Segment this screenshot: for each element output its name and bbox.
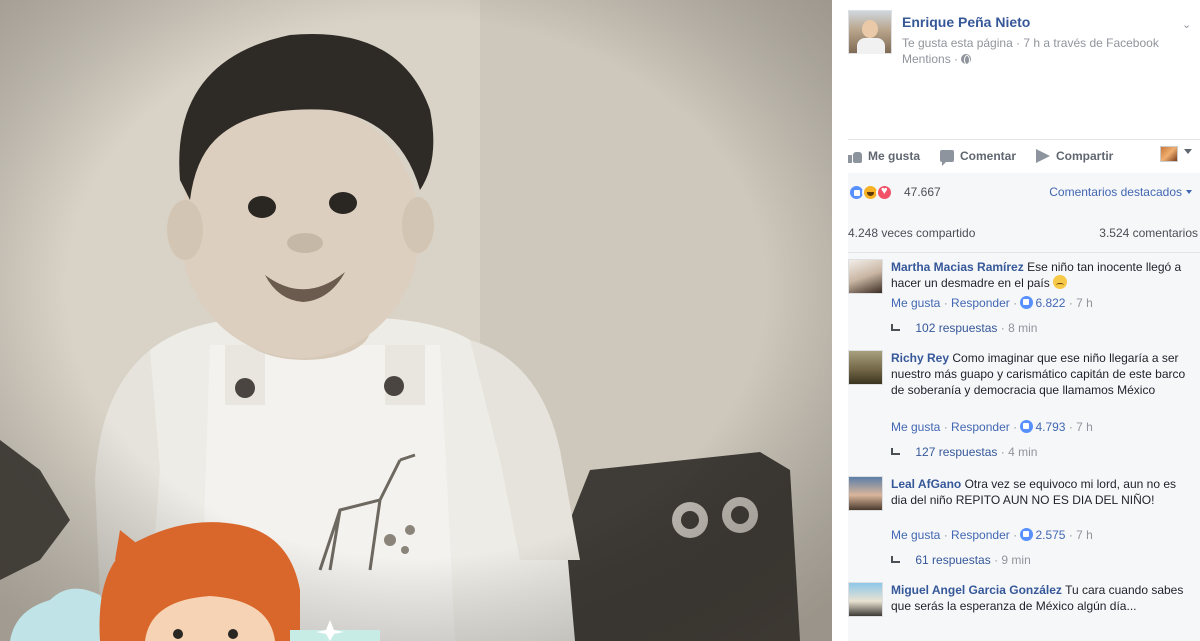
like-count-icon: [1020, 528, 1034, 541]
share-arrow-icon: [1036, 149, 1050, 163]
post-stats-row: 4.248 veces compartido 3.524 comentarios: [848, 213, 1200, 253]
comment-like-link[interactable]: Me gusta: [891, 528, 940, 542]
sad-emoji-icon: [1053, 275, 1068, 289]
comment-body: Leal AfGano Otra vez se equivoco mi lord…: [891, 476, 1194, 508]
page-avatar[interactable]: [848, 10, 892, 54]
comment-like-link[interactable]: Me gusta: [891, 296, 940, 310]
thumbs-up-icon: [848, 150, 862, 163]
comment-icon: [940, 150, 954, 166]
comment-actions: Me gusta · Responder · 6.822 · 7 h: [891, 296, 1093, 310]
commenter-avatar[interactable]: [848, 350, 883, 385]
commenter-avatar[interactable]: [848, 259, 883, 294]
vintage-baby-photo: [0, 0, 832, 641]
comment-body: Martha Macias Ramírez Ese niño tan inoce…: [891, 259, 1194, 291]
chevron-down-icon[interactable]: ⌄: [1182, 18, 1192, 31]
post-meta-line1: Te gusta esta página · 7 h a través de F…: [902, 36, 1159, 50]
caret-down-icon[interactable]: [1184, 149, 1192, 154]
comment-body: Richy Rey Como imaginar que ese niño lle…: [891, 350, 1194, 398]
globe-icon: [961, 54, 972, 65]
commenter-avatar[interactable]: [848, 582, 883, 617]
comment-like-count[interactable]: 2.575: [1035, 528, 1065, 542]
comment-item: Leal AfGano Otra vez se equivoco mi lord…: [848, 471, 1200, 577]
comment-author[interactable]: Miguel Angel Garcia González: [891, 583, 1062, 597]
comment-reply-link[interactable]: Responder: [951, 420, 1010, 434]
comment-body: Miguel Angel Garcia González Tu cara cua…: [891, 582, 1194, 614]
post-meta-line2: Mentions ·: [902, 52, 962, 66]
reply-arrow-icon: [891, 448, 900, 455]
share-count[interactable]: 4.248 veces compartido: [848, 226, 975, 240]
reply-arrow-icon: [891, 556, 900, 563]
comment-reply-link[interactable]: Responder: [951, 296, 1010, 310]
replies-count: 61 respuestas: [915, 553, 991, 567]
reaction-count[interactable]: 47.667: [904, 185, 941, 199]
replies-count: 102 respuestas: [915, 321, 998, 335]
share-label: Compartir: [1056, 149, 1114, 163]
view-replies-link[interactable]: 127 respuestas · 4 min: [891, 445, 1037, 459]
comment-button[interactable]: Comentar: [940, 149, 1017, 166]
comment-count[interactable]: 3.524 comentarios: [1099, 226, 1198, 240]
post-header: Enrique Peña Nieto Te gusta esta página …: [848, 10, 1200, 70]
comment-time[interactable]: 7 h: [1076, 420, 1093, 434]
page-name[interactable]: Enrique Peña Nieto: [902, 14, 1030, 30]
top-comments-dropdown[interactable]: Comentarios destacados: [1049, 185, 1192, 199]
love-reaction-icon: [876, 184, 893, 201]
comment-time[interactable]: 7 h: [1076, 296, 1093, 310]
viewer-avatar[interactable]: [1160, 146, 1178, 162]
replies-time: 9 min: [1001, 553, 1031, 567]
comment-item: Martha Macias Ramírez Ese niño tan inoce…: [848, 253, 1200, 343]
replies-time: 8 min: [1008, 321, 1038, 335]
view-replies-link[interactable]: 61 respuestas · 9 min: [891, 553, 1031, 567]
comment-like-count[interactable]: 4.793: [1035, 420, 1065, 434]
like-label: Me gusta: [868, 149, 921, 163]
reaction-icons[interactable]: [848, 184, 893, 201]
comment-label: Comentar: [960, 149, 1017, 163]
commenter-avatar[interactable]: [848, 476, 883, 511]
post-meta: Te gusta esta página · 7 h a través de F…: [902, 35, 1192, 67]
comment-author[interactable]: Martha Macias Ramírez: [891, 260, 1024, 274]
comment-item: Richy Rey Como imaginar que ese niño lle…: [848, 345, 1200, 467]
replies-time: 4 min: [1008, 445, 1038, 459]
comment-time[interactable]: 7 h: [1076, 528, 1093, 542]
like-count-icon: [1020, 420, 1034, 433]
post-photo[interactable]: [0, 0, 832, 641]
reactions-row: 47.667 Comentarios destacados: [848, 173, 1200, 213]
like-button[interactable]: Me gusta: [848, 149, 920, 163]
post-action-bar: Me gusta Comentar Compartir: [848, 139, 1200, 173]
view-replies-link[interactable]: 102 respuestas · 8 min: [891, 321, 1037, 335]
like-count-icon: [1020, 296, 1034, 309]
comment-author[interactable]: Leal AfGano: [891, 477, 961, 491]
comment-author[interactable]: Richy Rey: [891, 351, 949, 365]
post-sidebar: Enrique Peña Nieto Te gusta esta página …: [832, 0, 1200, 641]
comment-like-link[interactable]: Me gusta: [891, 420, 940, 434]
comment-actions: Me gusta · Responder · 4.793 · 7 h: [891, 420, 1093, 434]
reply-arrow-icon: [891, 324, 900, 331]
comment-item: Miguel Angel Garcia González Tu cara cua…: [848, 579, 1200, 641]
comment-reply-link[interactable]: Responder: [951, 528, 1010, 542]
comment-actions: Me gusta · Responder · 2.575 · 7 h: [891, 528, 1093, 542]
comment-list: Martha Macias Ramírez Ese niño tan inoce…: [848, 253, 1200, 641]
share-button[interactable]: Compartir: [1036, 149, 1113, 163]
replies-count: 127 respuestas: [915, 445, 998, 459]
comment-like-count[interactable]: 6.822: [1035, 296, 1065, 310]
